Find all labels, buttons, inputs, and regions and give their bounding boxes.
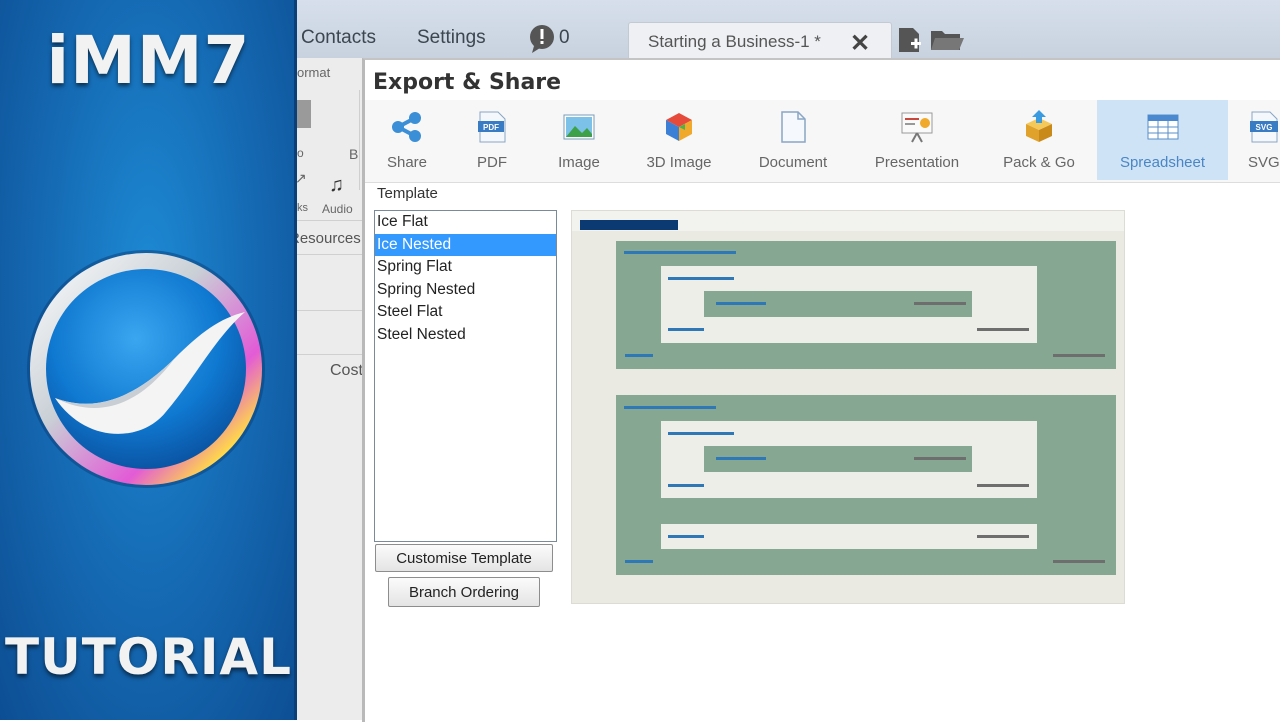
3d-image-label: 3D Image bbox=[646, 154, 712, 171]
notification-count: 0 bbox=[559, 27, 570, 48]
image-label: Image bbox=[558, 154, 600, 171]
export-presentation-button[interactable]: Presentation bbox=[861, 100, 973, 180]
document-label: Document bbox=[758, 154, 828, 171]
3d-image-icon bbox=[666, 113, 692, 141]
document-tab[interactable]: Starting a Business-1 * ✕ bbox=[628, 22, 892, 59]
document-icon bbox=[781, 111, 806, 143]
preview-leaf-value bbox=[914, 302, 966, 305]
preview-sub-total bbox=[977, 535, 1029, 538]
preview-branch-label bbox=[624, 406, 716, 409]
template-preview bbox=[571, 210, 1125, 604]
template-option[interactable]: Ice Flat bbox=[375, 211, 556, 234]
template-option[interactable]: Steel Nested bbox=[375, 324, 556, 347]
brand-title: iMM7 bbox=[46, 22, 251, 99]
preview-title-bar bbox=[580, 220, 678, 230]
svg-text:SVG: SVG bbox=[1256, 123, 1273, 132]
share-icon bbox=[392, 112, 421, 142]
brand-subtitle: TUTORIAL bbox=[5, 628, 292, 686]
audio-label[interactable]: Audio bbox=[322, 202, 353, 216]
resources-label[interactable]: Resources bbox=[297, 230, 361, 247]
preview-sub-label bbox=[668, 432, 734, 435]
open-folder-icon[interactable] bbox=[930, 28, 964, 52]
template-option[interactable]: Steel Flat bbox=[375, 301, 556, 324]
pdf-icon: PDF bbox=[478, 111, 506, 143]
menu-settings[interactable]: Settings bbox=[417, 27, 486, 49]
document-tab-label: Starting a Business-1 * bbox=[648, 32, 821, 51]
menu-contacts[interactable]: Contacts bbox=[301, 27, 376, 49]
spreadsheet-icon bbox=[1147, 114, 1178, 140]
template-option[interactable]: Spring Flat bbox=[375, 256, 556, 279]
export-share-dialog: Export & Share Share PDF PDF Image 3D Im… bbox=[362, 58, 1280, 722]
template-option-selected[interactable]: Ice Nested bbox=[375, 233, 556, 257]
preview-branch-total bbox=[1053, 354, 1105, 357]
links-icon[interactable]: ↗ bbox=[297, 170, 307, 187]
tutorial-branding-panel: iMM7 TUTORIAL bbox=[0, 0, 297, 720]
template-option[interactable]: Spring Nested bbox=[375, 279, 556, 302]
ribbon-icon-partial bbox=[297, 100, 311, 128]
spreadsheet-label: Spreadsheet bbox=[1119, 154, 1206, 171]
preview-sub-footer bbox=[668, 328, 704, 331]
branch-ordering-button[interactable]: Branch Ordering bbox=[388, 577, 540, 607]
export-share-button[interactable]: Share bbox=[368, 100, 446, 180]
template-list[interactable]: Ice Flat Ice Nested Spring Flat Spring N… bbox=[374, 210, 557, 542]
preview-branch-footer bbox=[625, 560, 653, 563]
top-menu-bar: Contacts Settings 0 Starting a Business-… bbox=[297, 0, 1280, 59]
export-format-toolbar: Share PDF PDF Image 3D Image Document Pr… bbox=[365, 100, 1280, 183]
pack-and-go-label: Pack & Go bbox=[1003, 154, 1075, 171]
links-label: ks bbox=[297, 202, 308, 214]
preview-sub-footer bbox=[668, 484, 704, 487]
ribbon-side-panel: ormat o B ↗ ks ♫ Audio Resources Cost bbox=[297, 58, 364, 720]
dialog-title: Export & Share bbox=[373, 70, 562, 95]
pdf-label: PDF bbox=[477, 154, 507, 171]
ribbon-separator bbox=[297, 220, 363, 221]
image-icon bbox=[563, 114, 595, 140]
export-image-button[interactable]: Image bbox=[540, 100, 618, 180]
close-icon[interactable]: ✕ bbox=[850, 29, 870, 58]
preview-leaf-label bbox=[716, 302, 766, 305]
svg-text:PDF: PDF bbox=[483, 123, 499, 132]
music-note-icon[interactable]: ♫ bbox=[329, 174, 344, 197]
format-tab[interactable]: ormat bbox=[297, 65, 330, 80]
presentation-label: Presentation bbox=[874, 154, 960, 171]
export-spreadsheet-button[interactable]: Spreadsheet bbox=[1097, 100, 1228, 180]
export-document-button[interactable]: Document bbox=[745, 100, 841, 180]
svg-icon: SVG bbox=[1250, 111, 1278, 143]
share-label: Share bbox=[386, 154, 428, 171]
notification-icon[interactable] bbox=[528, 24, 558, 54]
preview-sub-label bbox=[668, 535, 704, 538]
ribbon-separator bbox=[297, 254, 363, 255]
customise-template-button[interactable]: Customise Template bbox=[375, 544, 553, 572]
preview-leaf-value bbox=[914, 457, 966, 460]
ribbon-label-o: o bbox=[297, 146, 304, 160]
export-svg-button[interactable]: SVG SVG bbox=[1242, 100, 1280, 180]
template-label: Template bbox=[377, 185, 438, 202]
ribbon-separator bbox=[297, 354, 363, 355]
export-pack-go-button[interactable]: Pack & Go bbox=[989, 100, 1089, 180]
cost-label: Cost bbox=[330, 362, 363, 379]
preview-sub-total bbox=[977, 484, 1029, 487]
preview-branch-label bbox=[624, 251, 736, 254]
ribbon-label-b: B bbox=[349, 146, 359, 162]
pack-and-go-icon bbox=[1026, 110, 1052, 142]
export-pdf-button[interactable]: PDF PDF bbox=[453, 100, 531, 180]
new-document-icon[interactable] bbox=[897, 26, 923, 54]
export-3d-image-button[interactable]: 3D Image bbox=[631, 100, 727, 180]
preview-sub-total bbox=[977, 328, 1029, 331]
preview-leaf-label bbox=[716, 457, 766, 460]
svg-label: SVG bbox=[1248, 154, 1280, 171]
preview-branch-footer bbox=[625, 354, 653, 357]
preview-sub-label bbox=[668, 277, 734, 280]
presentation-icon bbox=[901, 112, 933, 143]
ribbon-divider bbox=[359, 90, 360, 190]
imindmap-logo bbox=[27, 250, 265, 488]
ribbon-separator bbox=[297, 310, 363, 311]
preview-branch-total bbox=[1053, 560, 1105, 563]
